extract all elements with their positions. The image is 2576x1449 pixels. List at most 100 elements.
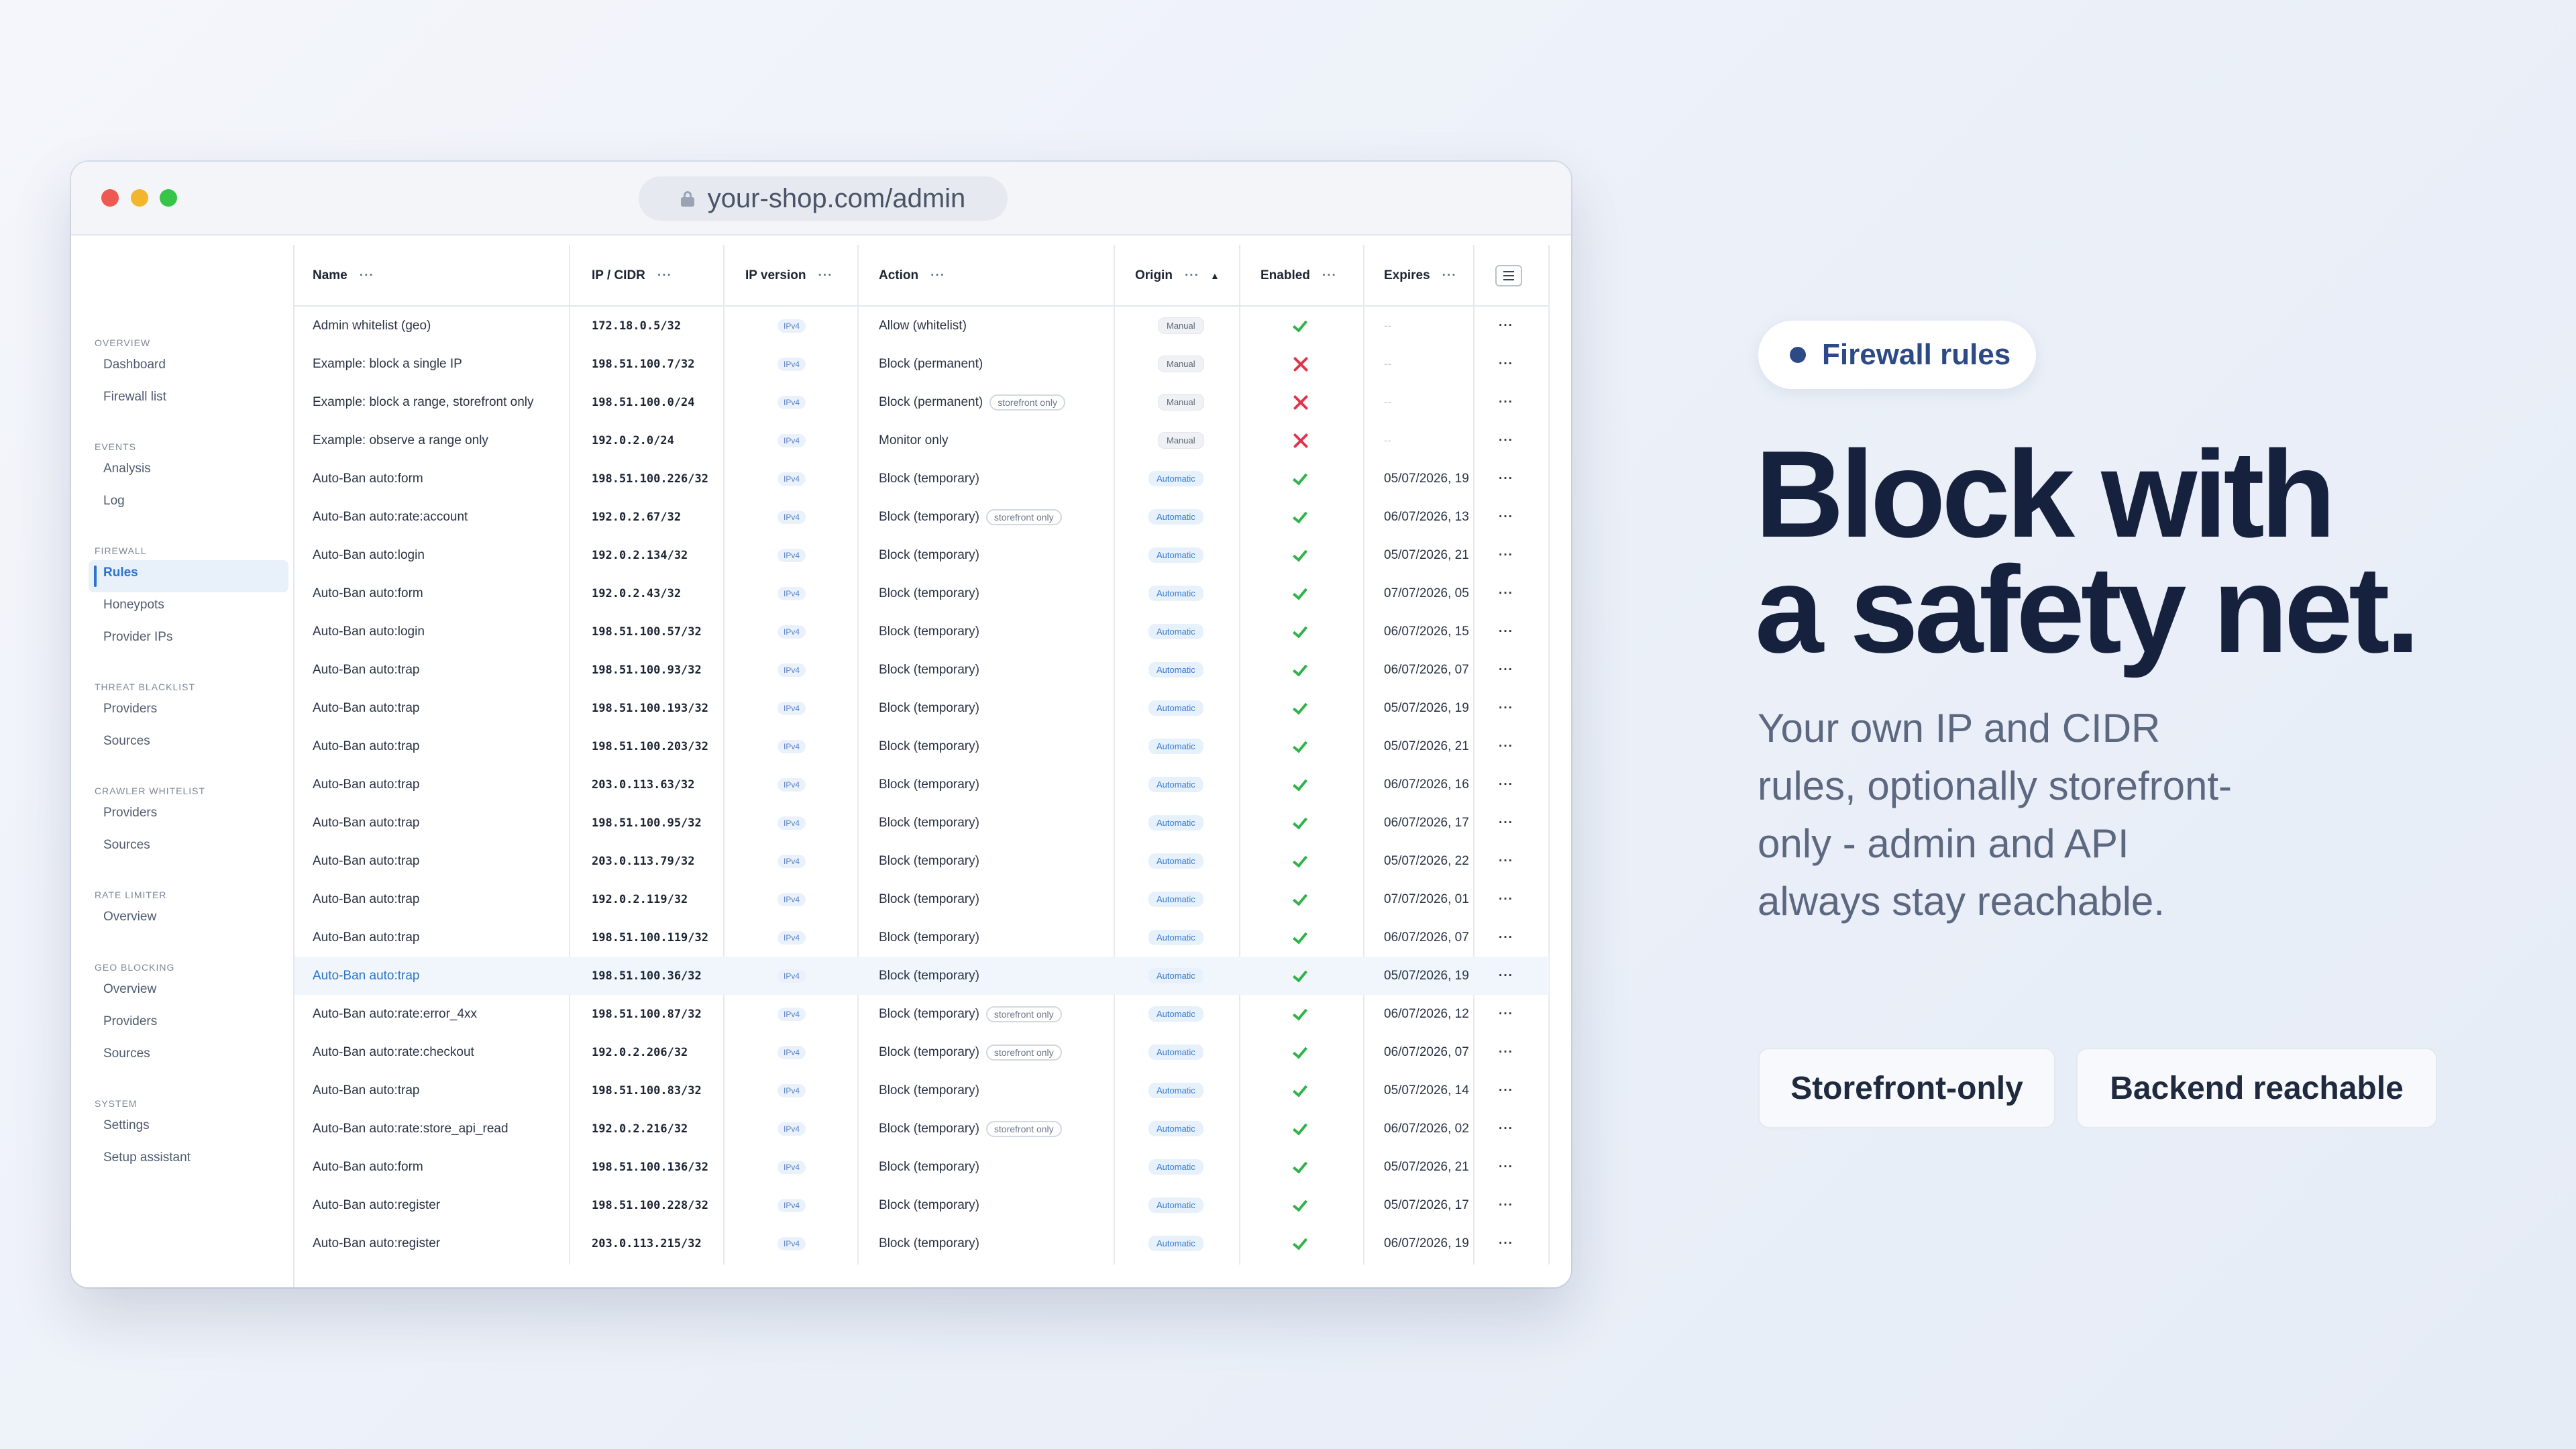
row-actions-icon[interactable]: ··· xyxy=(1499,498,1513,536)
table-row[interactable]: Auto-Ban auto:register 198.51.100.228/32 I… xyxy=(294,1186,1549,1224)
column-options-icon[interactable]: ··· xyxy=(1442,268,1457,283)
table-row[interactable]: Example: observe a range only 192.0.2.0/2… xyxy=(294,421,1549,460)
column-options-icon[interactable]: ··· xyxy=(930,268,945,283)
row-actions-icon[interactable]: ··· xyxy=(1499,1033,1513,1071)
table-row[interactable]: Auto-Ban auto:rate:account 192.0.2.67/32 I… xyxy=(294,498,1549,536)
row-actions-icon[interactable]: ··· xyxy=(1499,536,1513,574)
row-actions-icon[interactable]: ··· xyxy=(1499,460,1513,498)
rule-name[interactable]: Auto-Ban auto:trap xyxy=(313,880,420,918)
rule-enabled[interactable] xyxy=(1293,995,1310,1033)
address-bar[interactable]: your-shop.com/admin xyxy=(639,176,1008,221)
table-row[interactable]: Auto-Ban auto:trap 198.51.100.203/32 IPv4 B… xyxy=(294,727,1549,765)
rule-name[interactable]: Admin whitelist (geo) xyxy=(313,307,431,345)
table-row[interactable]: Example: block a single IP 198.51.100.7/3… xyxy=(294,345,1549,383)
row-actions-icon[interactable]: ··· xyxy=(1499,957,1513,995)
rule-name[interactable]: Auto-Ban auto:login xyxy=(313,536,425,574)
sidebar-item-analysis[interactable]: Analysis xyxy=(103,462,151,476)
rule-enabled[interactable] xyxy=(1293,880,1310,918)
rule-name[interactable]: Auto-Ban auto:trap xyxy=(313,689,420,727)
row-actions-icon[interactable]: ··· xyxy=(1499,345,1513,383)
row-actions-icon[interactable]: ··· xyxy=(1499,689,1513,727)
sidebar-item-firewall-list[interactable]: Firewall list xyxy=(103,390,166,405)
rule-name[interactable]: Auto-Ban auto:trap xyxy=(313,842,420,880)
row-actions-icon[interactable]: ··· xyxy=(1499,1110,1513,1148)
table-row[interactable]: Auto-Ban auto:form 192.0.2.43/32 IPv4 Block… xyxy=(294,574,1549,612)
column-options-icon[interactable]: ··· xyxy=(1322,268,1337,283)
column-options-icon[interactable]: ··· xyxy=(1185,268,1199,283)
rule-enabled[interactable] xyxy=(1293,345,1309,383)
rule-enabled[interactable] xyxy=(1293,1224,1310,1263)
rule-enabled[interactable] xyxy=(1293,1033,1310,1071)
rule-enabled[interactable] xyxy=(1293,842,1310,880)
column-menu-button[interactable] xyxy=(1495,265,1522,286)
sidebar-item-log[interactable]: Log xyxy=(103,494,125,508)
row-actions-icon[interactable]: ··· xyxy=(1499,804,1513,842)
sidebar-item-settings[interactable]: Settings xyxy=(103,1118,150,1133)
table-row[interactable]: Auto-Ban auto:trap 198.51.100.193/32 IPv4 B… xyxy=(294,689,1549,727)
table-row[interactable]: Auto-Ban auto:form 198.51.100.226/32 IPv4 B… xyxy=(294,460,1549,498)
row-actions-icon[interactable]: ··· xyxy=(1499,1071,1513,1110)
rule-name[interactable]: Auto-Ban auto:form xyxy=(313,574,423,612)
sidebar-item-sources[interactable]: Sources xyxy=(103,734,150,749)
rule-name[interactable]: Auto-Ban auto:trap xyxy=(313,765,420,804)
sidebar-item-overview[interactable]: Overview xyxy=(103,910,156,924)
column-header-ip-version[interactable]: IP version ··· xyxy=(745,245,833,307)
column-header-expires[interactable]: Expires ··· xyxy=(1384,245,1457,307)
table-row[interactable]: Auto-Ban auto:trap 198.51.100.93/32 IPv4 Bl… xyxy=(294,651,1549,689)
table-row[interactable]: Auto-Ban auto:trap 192.0.2.119/32 IPv4 Bloc… xyxy=(294,880,1549,918)
column-header-action[interactable]: Action ··· xyxy=(879,245,945,307)
rule-name[interactable]: Example: observe a range only xyxy=(313,421,488,460)
row-actions-icon[interactable]: ··· xyxy=(1499,1224,1513,1263)
rule-enabled[interactable] xyxy=(1293,383,1309,421)
table-row[interactable]: Admin whitelist (geo) 172.18.0.5/32 IPv4 Al… xyxy=(294,307,1549,345)
rule-name[interactable]: Auto-Ban auto:rate:checkout xyxy=(313,1033,474,1071)
row-actions-icon[interactable]: ··· xyxy=(1499,765,1513,804)
row-actions-icon[interactable]: ··· xyxy=(1499,1148,1513,1186)
sidebar-item-rules[interactable]: Rules xyxy=(103,566,138,580)
rule-enabled[interactable] xyxy=(1293,307,1310,345)
rule-name[interactable]: Auto-Ban auto:trap xyxy=(313,918,420,957)
row-actions-icon[interactable]: ··· xyxy=(1499,383,1513,421)
sidebar-item-sources[interactable]: Sources xyxy=(103,1046,150,1061)
column-options-icon[interactable]: ··· xyxy=(657,268,672,283)
rule-name[interactable]: Auto-Ban auto:trap xyxy=(313,957,420,995)
rule-enabled[interactable] xyxy=(1293,651,1310,689)
rule-name[interactable]: Auto-Ban auto:rate:error_4xx xyxy=(313,995,477,1033)
rule-name[interactable]: Auto-Ban auto:trap xyxy=(313,727,420,765)
rule-name[interactable]: Auto-Ban auto:register xyxy=(313,1186,440,1224)
backend-reachable-button[interactable]: Backend reachable xyxy=(2076,1048,2437,1128)
table-row[interactable]: Auto-Ban auto:form 198.51.100.136/32 IPv4 B… xyxy=(294,1148,1549,1186)
table-row[interactable]: Auto-Ban auto:rate:store_api_read 192.0.2… xyxy=(294,1110,1549,1148)
rule-name[interactable]: Auto-Ban auto:form xyxy=(313,1148,423,1186)
sidebar-item-providers[interactable]: Providers xyxy=(103,806,157,820)
row-actions-icon[interactable]: ··· xyxy=(1499,727,1513,765)
sidebar-item-providers[interactable]: Providers xyxy=(103,1014,157,1029)
sidebar-item-honeypots[interactable]: Honeypots xyxy=(103,598,164,612)
rule-name[interactable]: Example: block a range, storefront only xyxy=(313,383,534,421)
table-row[interactable]: Auto-Ban auto:rate:error_4xx 198.51.100.8… xyxy=(294,995,1549,1033)
rule-name[interactable]: Auto-Ban auto:register xyxy=(313,1224,440,1263)
row-actions-icon[interactable]: ··· xyxy=(1499,574,1513,612)
rule-name[interactable]: Auto-Ban auto:form xyxy=(313,460,423,498)
rule-name[interactable]: Auto-Ban auto:login xyxy=(313,612,425,651)
storefront-only-button[interactable]: Storefront-only xyxy=(1758,1048,2055,1128)
row-actions-icon[interactable]: ··· xyxy=(1499,995,1513,1033)
rule-enabled[interactable] xyxy=(1293,421,1309,460)
row-actions-icon[interactable]: ··· xyxy=(1499,918,1513,957)
rule-enabled[interactable] xyxy=(1293,612,1310,651)
rule-enabled[interactable] xyxy=(1293,918,1310,957)
sidebar-item-provider-ips[interactable]: Provider IPs xyxy=(103,630,172,645)
sidebar-item-dashboard[interactable]: Dashboard xyxy=(103,358,166,372)
sort-ascending-icon[interactable]: ▲ xyxy=(1210,270,1220,281)
table-row[interactable]: Auto-Ban auto:trap 198.51.100.95/32 IPv4 Bl… xyxy=(294,804,1549,842)
table-row[interactable]: Example: block a range, storefront only 1… xyxy=(294,383,1549,421)
table-row[interactable]: Auto-Ban auto:trap 203.0.113.63/32 IPv4 Blo… xyxy=(294,765,1549,804)
row-actions-icon[interactable]: ··· xyxy=(1499,842,1513,880)
rule-name[interactable]: Auto-Ban auto:trap xyxy=(313,1071,420,1110)
row-actions-icon[interactable]: ··· xyxy=(1499,307,1513,345)
row-actions-icon[interactable]: ··· xyxy=(1499,880,1513,918)
sidebar-item-overview[interactable]: Overview xyxy=(103,982,156,997)
table-row[interactable]: Auto-Ban auto:login 192.0.2.134/32 IPv4 Blo… xyxy=(294,536,1549,574)
sidebar-item-providers[interactable]: Providers xyxy=(103,702,157,716)
table-row[interactable]: Auto-Ban auto:trap 198.51.100.36/32 IPv4 Bl… xyxy=(294,957,1549,995)
